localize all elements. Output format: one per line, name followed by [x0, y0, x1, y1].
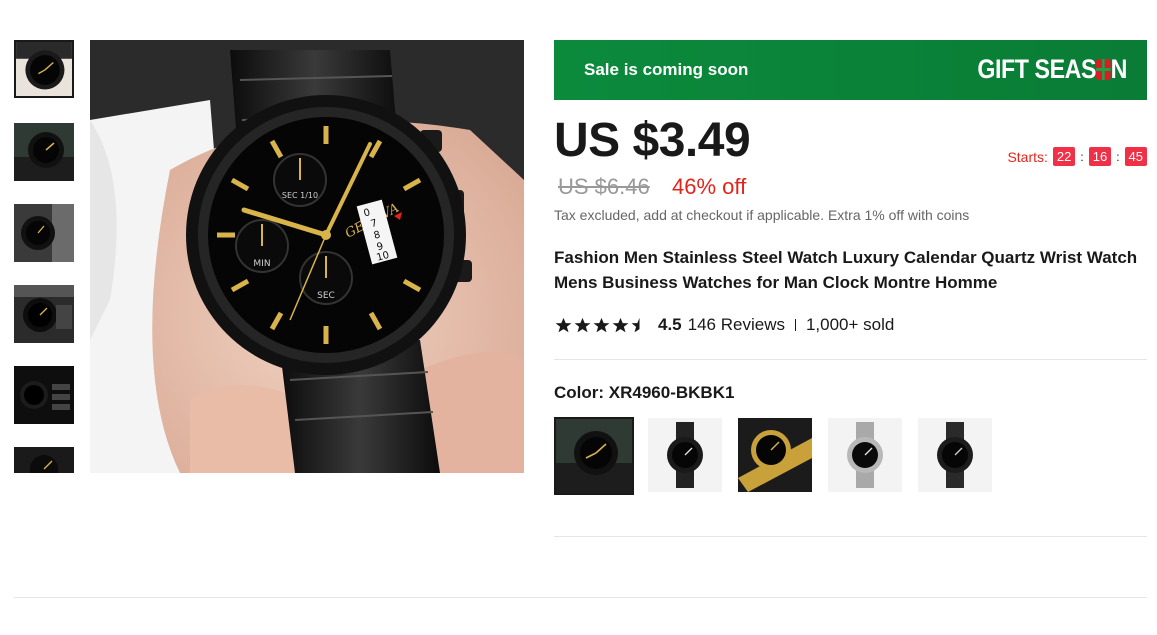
sale-banner[interactable]: Sale is coming soon GIFT SEAS N	[554, 40, 1147, 100]
sale-banner-text: Sale is coming soon	[584, 60, 749, 79]
current-price: US $3.49	[554, 114, 751, 167]
gift-season-logo: GIFT SEAS N	[977, 54, 1127, 85]
watch-thumb-image	[14, 447, 74, 473]
watch-image: SEC 1/10 MIN SEC GENEVA 0 7 8 9 10	[90, 40, 524, 473]
countdown-label: Starts:	[1007, 148, 1048, 165]
sold-count: 1,000+ sold	[805, 315, 895, 334]
divider	[554, 359, 1147, 360]
countdown-minutes: 16	[1088, 147, 1112, 166]
star-full-icon	[612, 317, 629, 332]
watch-thumb-image	[14, 366, 74, 424]
star-full-icon	[574, 317, 591, 332]
divider	[14, 597, 1147, 598]
rating-value: 4.5	[658, 315, 682, 334]
swatch-image	[918, 418, 992, 492]
swatch-black-gold-closeup[interactable]	[554, 417, 634, 495]
thumbnail-4[interactable]	[14, 285, 74, 343]
swatch-image	[556, 419, 632, 493]
gift-season-text-a: GIFT SEAS	[977, 54, 1097, 84]
watch-thumb-image	[16, 42, 72, 96]
swatch-gold[interactable]	[738, 418, 812, 492]
main-product-image[interactable]: SEC 1/10 MIN SEC GENEVA 0 7 8 9 10	[90, 40, 524, 473]
countdown-hours: 22	[1052, 147, 1076, 166]
thumbnail-5[interactable]	[14, 366, 74, 424]
thumbnail-2[interactable]	[14, 123, 74, 181]
subdial-sec-top-label: SEC 1/10	[282, 191, 318, 200]
thumbnail-6[interactable]	[14, 447, 74, 473]
star-rating[interactable]	[555, 317, 648, 334]
tax-note: Tax excluded, add at checkout if applica…	[554, 207, 970, 223]
swatch-silver[interactable]	[828, 418, 902, 492]
color-label: Color: XR4960-BKBK1	[554, 383, 735, 402]
subdial-sec-label: SEC	[317, 291, 335, 301]
swatch-black-silver[interactable]	[918, 418, 992, 492]
swatch-image	[738, 418, 812, 492]
original-price: US $6.46	[558, 174, 650, 199]
star-half-icon	[631, 317, 648, 332]
product-title: Fashion Men Stainless Steel Watch Luxury…	[554, 248, 1138, 292]
star-full-icon	[555, 317, 572, 332]
sale-countdown: Starts: 22 : 16 : 45	[1007, 147, 1147, 166]
discount-percent: 46% off	[672, 174, 747, 199]
watch-thumb-image	[14, 204, 74, 262]
swatch-image	[648, 418, 722, 492]
countdown-seconds: 45	[1124, 147, 1147, 166]
separator	[794, 319, 796, 331]
thumbnail-3[interactable]	[14, 204, 74, 262]
thumbnail-1[interactable]	[14, 40, 74, 98]
countdown-separator: :	[1116, 149, 1120, 164]
star-full-icon	[593, 317, 610, 332]
watch-thumb-image	[14, 123, 74, 181]
subdial-min-label: MIN	[253, 259, 270, 269]
reviews-link[interactable]: 146 Reviews	[688, 315, 785, 335]
gift-box-icon	[1096, 59, 1111, 80]
rating-row: 4.5 146 Reviews 1,000+ sold	[555, 315, 894, 335]
countdown-separator: :	[1080, 149, 1084, 164]
watch-thumb-image	[14, 285, 74, 343]
swatch-black-white[interactable]	[648, 418, 722, 492]
swatch-image	[828, 418, 902, 492]
divider	[554, 536, 1147, 537]
gift-season-text-b: N	[1110, 54, 1128, 84]
